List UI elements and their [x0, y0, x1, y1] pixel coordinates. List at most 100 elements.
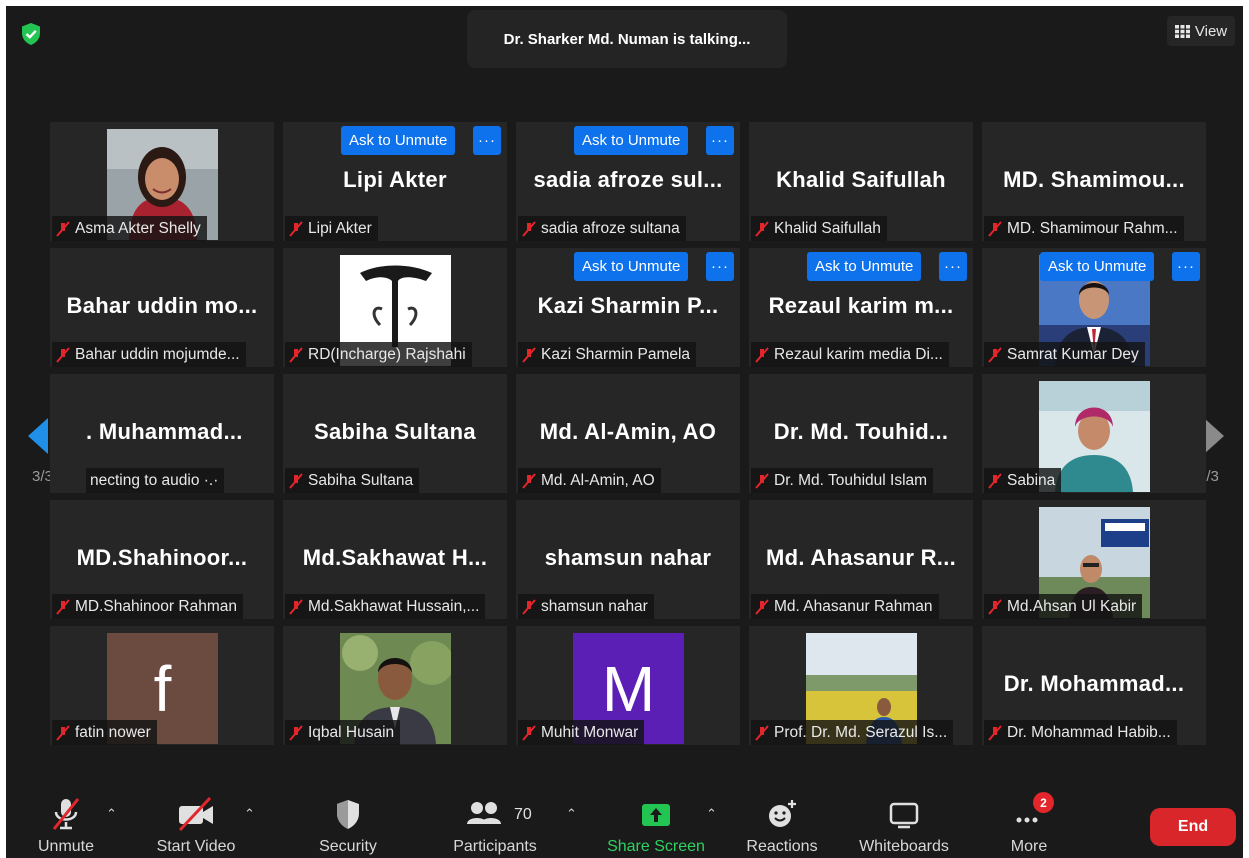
mic-muted-icon [289, 724, 303, 741]
whiteboard-icon [889, 802, 919, 829]
mic-muted-icon [755, 472, 769, 489]
participant-connecting-label: necting to audio ·.· [86, 468, 225, 493]
previous-page-arrow-icon[interactable] [26, 416, 50, 456]
participant-tile[interactable]: Khalid Saifullah Khalid Saifullah [749, 122, 973, 241]
mic-muted-icon [988, 346, 1002, 363]
participant-name-label: Dr. Mohammad Habib... [984, 720, 1177, 745]
participant-display-name: MD. Shamimou... [1003, 167, 1185, 192]
participant-more-button[interactable]: ··· [706, 126, 734, 155]
participant-tile[interactable]: Sabina [982, 374, 1206, 493]
participant-name-label: Kazi Sharmin Pamela [518, 342, 697, 367]
participant-tile[interactable]: f fatin nower [50, 626, 274, 745]
share-options-caret[interactable]: ⌃ [706, 806, 717, 822]
participant-more-button[interactable]: ··· [939, 252, 967, 281]
mic-muted-icon [289, 346, 303, 363]
unmute-button[interactable]: Unmute [30, 786, 102, 858]
mic-muted-icon [56, 724, 70, 741]
participant-tile[interactable]: RD(Incharge) Rajshahi [283, 248, 507, 367]
participant-more-button[interactable]: ··· [473, 126, 501, 155]
participant-tile[interactable]: Dr. Mohammad... Dr. Mohammad Habib... [982, 626, 1206, 745]
more-button[interactable]: 2 More [1000, 786, 1058, 858]
start-video-button[interactable]: Start Video [148, 786, 244, 858]
mic-muted-icon [522, 724, 536, 741]
mic-muted-icon [755, 724, 769, 741]
encryption-shield-icon[interactable] [20, 22, 42, 46]
participant-tile[interactable]: M Muhit Monwar [516, 626, 740, 745]
participant-tile[interactable]: Sabiha Sultana Sabiha Sultana [283, 374, 507, 493]
mic-muted-icon [988, 220, 1002, 237]
participant-tile[interactable]: Asma Akter Shelly [50, 122, 274, 241]
participant-name-label: Iqbal Husain [285, 720, 401, 745]
participants-button[interactable]: Participants 70 [444, 786, 546, 858]
mic-muted-icon [289, 220, 303, 237]
participant-display-name: Sabiha Sultana [314, 419, 476, 444]
mic-muted-icon [522, 472, 536, 489]
participant-tile[interactable]: Dr. Md. Touhid... Dr. Md. Touhidul Islam [749, 374, 973, 493]
participant-tile[interactable]: Ask to Unmute ··· Rezaul karim m... Reza… [749, 248, 973, 367]
participant-display-name: Dr. Md. Touhid... [773, 419, 949, 444]
ask-to-unmute-button[interactable]: Ask to Unmute [341, 126, 456, 155]
video-options-caret[interactable]: ⌃ [244, 806, 255, 822]
active-speaker-text: Dr. Sharker Md. Numan is talking... [503, 30, 751, 48]
active-speaker-banner: Dr. Sharker Md. Numan is talking... [467, 10, 787, 68]
audio-options-caret[interactable]: ⌃ [106, 806, 117, 822]
participant-name-label: Asma Akter Shelly [52, 216, 207, 241]
mic-muted-icon [988, 472, 1002, 489]
more-icon-wrap: 2 [1009, 792, 1054, 832]
participant-name-label: RD(Incharge) Rajshahi [285, 342, 472, 367]
whiteboards-button[interactable]: Whiteboards [852, 786, 956, 858]
mic-muted-icon [56, 598, 70, 615]
share-up-arrow-icon [642, 804, 670, 826]
participant-tile[interactable]: Ask to Unmute ··· Samrat Kumar Dey [982, 248, 1206, 367]
meeting-toolbar: Unmute ⌃ Start Video ⌃ Security Particip… [6, 786, 1243, 858]
participant-name-label: sadia afroze sultana [518, 216, 686, 241]
mic-muted-icon [755, 220, 769, 237]
participant-display-name: sadia afroze sul... [533, 167, 723, 192]
mic-muted-icon [289, 472, 303, 489]
participant-tile[interactable]: MD. Shamimou... MD. Shamimour Rahm... [982, 122, 1206, 241]
end-meeting-button[interactable]: End [1150, 808, 1236, 846]
participant-tile[interactable]: Iqbal Husain [283, 626, 507, 745]
mic-muted-icon [56, 220, 70, 237]
mic-muted-icon [289, 598, 303, 615]
mic-muted-icon [52, 798, 80, 830]
ask-to-unmute-button[interactable]: Ask to Unmute [574, 126, 689, 155]
participant-tile[interactable]: Prof. Dr. Md. Serazul Is... [749, 626, 973, 745]
reactions-button[interactable]: Reactions [740, 786, 824, 858]
participant-tile[interactable]: Ask to Unmute ··· Kazi Sharmin P... Kazi… [516, 248, 740, 367]
participant-display-name: MD.Shahinoor... [76, 545, 248, 570]
participant-tile[interactable]: . Muhammad... necting to audio ·.· [50, 374, 274, 493]
participant-name-label: Rezaul karim media Di... [751, 342, 949, 367]
participant-tile[interactable]: Md.Ahsan Ul Kabir [982, 500, 1206, 619]
mic-muted-icon [755, 598, 769, 615]
participant-tile[interactable]: Bahar uddin mo... Bahar uddin mojumde... [50, 248, 274, 367]
ask-to-unmute-button[interactable]: Ask to Unmute [574, 252, 689, 281]
participant-display-name: shamsun nahar [544, 545, 712, 570]
participant-tile[interactable]: Ask to Unmute ··· Lipi Akter Lipi Akter [283, 122, 507, 241]
view-label: View [1194, 22, 1228, 40]
mic-muted-icon [522, 346, 536, 363]
participant-name-label: Samrat Kumar Dey [984, 342, 1145, 367]
participant-tile[interactable]: Ask to Unmute ··· sadia afroze sul... sa… [516, 122, 740, 241]
participant-more-button[interactable]: ··· [1172, 252, 1200, 281]
ask-to-unmute-button[interactable]: Ask to Unmute [807, 252, 922, 281]
participant-more-button[interactable]: ··· [706, 252, 734, 281]
participant-tile[interactable]: Md.Sakhawat H... Md.Sakhawat Hussain,... [283, 500, 507, 619]
participant-tile[interactable]: Md. Al-Amin, AO Md. Al-Amin, AO [516, 374, 740, 493]
participant-name-label: Sabina [984, 468, 1062, 493]
security-button[interactable]: Security [306, 786, 390, 858]
participant-tile[interactable]: Md. Ahasanur R... Md. Ahasanur Rahman [749, 500, 973, 619]
mic-muted-icon [56, 346, 70, 363]
share-screen-button[interactable]: Share Screen [602, 786, 710, 858]
view-button[interactable]: View [1167, 16, 1235, 46]
participant-name-label: Md. Ahasanur Rahman [751, 594, 939, 619]
participants-options-caret[interactable]: ⌃ [566, 806, 577, 822]
participant-name-label: Md.Sakhawat Hussain,... [285, 594, 486, 619]
ask-to-unmute-button[interactable]: Ask to Unmute [1040, 252, 1155, 281]
participant-name-label: Prof. Dr. Md. Serazul Is... [751, 720, 954, 745]
participant-display-name: Kazi Sharmin P... [537, 293, 719, 318]
participant-name-label: Md.Ahsan Ul Kabir [984, 594, 1143, 619]
participant-tile[interactable]: MD.Shahinoor... MD.Shahinoor Rahman [50, 500, 274, 619]
participant-tile[interactable]: shamsun nahar shamsun nahar [516, 500, 740, 619]
participant-display-name: Dr. Mohammad... [1003, 671, 1185, 696]
